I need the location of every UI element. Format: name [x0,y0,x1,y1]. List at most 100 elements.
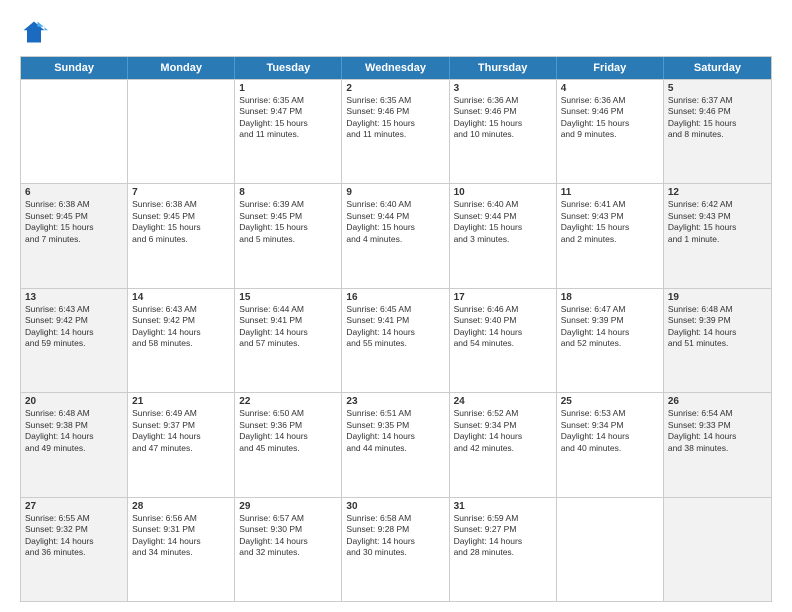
cal-cell: 1Sunrise: 6:35 AM Sunset: 9:47 PM Daylig… [235,80,342,183]
cal-cell: 21Sunrise: 6:49 AM Sunset: 9:37 PM Dayli… [128,393,235,496]
day-info: Sunrise: 6:40 AM Sunset: 9:44 PM Dayligh… [454,199,552,245]
day-number: 19 [668,292,767,303]
calendar-header: SundayMondayTuesdayWednesdayThursdayFrid… [21,57,771,79]
cal-cell: 25Sunrise: 6:53 AM Sunset: 9:34 PM Dayli… [557,393,664,496]
day-number: 13 [25,292,123,303]
day-number: 28 [132,501,230,512]
day-number: 29 [239,501,337,512]
day-number: 25 [561,396,659,407]
week-row-2: 13Sunrise: 6:43 AM Sunset: 9:42 PM Dayli… [21,288,771,392]
cal-cell: 27Sunrise: 6:55 AM Sunset: 9:32 PM Dayli… [21,498,128,601]
weekday-header-saturday: Saturday [664,57,771,79]
day-number: 11 [561,187,659,198]
day-number: 27 [25,501,123,512]
cal-cell: 31Sunrise: 6:59 AM Sunset: 9:27 PM Dayli… [450,498,557,601]
day-number: 16 [346,292,444,303]
day-info: Sunrise: 6:43 AM Sunset: 9:42 PM Dayligh… [132,304,230,350]
logo-icon [20,18,48,46]
week-row-1: 6Sunrise: 6:38 AM Sunset: 9:45 PM Daylig… [21,183,771,287]
day-number: 7 [132,187,230,198]
cal-cell: 2Sunrise: 6:35 AM Sunset: 9:46 PM Daylig… [342,80,449,183]
day-number: 15 [239,292,337,303]
day-info: Sunrise: 6:48 AM Sunset: 9:39 PM Dayligh… [668,304,767,350]
day-info: Sunrise: 6:44 AM Sunset: 9:41 PM Dayligh… [239,304,337,350]
day-info: Sunrise: 6:50 AM Sunset: 9:36 PM Dayligh… [239,408,337,454]
day-info: Sunrise: 6:38 AM Sunset: 9:45 PM Dayligh… [132,199,230,245]
day-info: Sunrise: 6:38 AM Sunset: 9:45 PM Dayligh… [25,199,123,245]
day-number: 24 [454,396,552,407]
day-info: Sunrise: 6:56 AM Sunset: 9:31 PM Dayligh… [132,513,230,559]
cal-cell: 26Sunrise: 6:54 AM Sunset: 9:33 PM Dayli… [664,393,771,496]
day-number: 8 [239,187,337,198]
cal-cell: 29Sunrise: 6:57 AM Sunset: 9:30 PM Dayli… [235,498,342,601]
cal-cell: 3Sunrise: 6:36 AM Sunset: 9:46 PM Daylig… [450,80,557,183]
day-info: Sunrise: 6:48 AM Sunset: 9:38 PM Dayligh… [25,408,123,454]
cal-cell: 28Sunrise: 6:56 AM Sunset: 9:31 PM Dayli… [128,498,235,601]
day-info: Sunrise: 6:37 AM Sunset: 9:46 PM Dayligh… [668,95,767,141]
day-info: Sunrise: 6:52 AM Sunset: 9:34 PM Dayligh… [454,408,552,454]
day-info: Sunrise: 6:39 AM Sunset: 9:45 PM Dayligh… [239,199,337,245]
week-row-3: 20Sunrise: 6:48 AM Sunset: 9:38 PM Dayli… [21,392,771,496]
cal-cell: 16Sunrise: 6:45 AM Sunset: 9:41 PM Dayli… [342,289,449,392]
cal-cell: 24Sunrise: 6:52 AM Sunset: 9:34 PM Dayli… [450,393,557,496]
day-info: Sunrise: 6:58 AM Sunset: 9:28 PM Dayligh… [346,513,444,559]
day-info: Sunrise: 6:43 AM Sunset: 9:42 PM Dayligh… [25,304,123,350]
day-info: Sunrise: 6:55 AM Sunset: 9:32 PM Dayligh… [25,513,123,559]
week-row-4: 27Sunrise: 6:55 AM Sunset: 9:32 PM Dayli… [21,497,771,601]
calendar-body: 1Sunrise: 6:35 AM Sunset: 9:47 PM Daylig… [21,79,771,601]
day-number: 23 [346,396,444,407]
weekday-header-wednesday: Wednesday [342,57,449,79]
cal-cell: 30Sunrise: 6:58 AM Sunset: 9:28 PM Dayli… [342,498,449,601]
day-info: Sunrise: 6:35 AM Sunset: 9:46 PM Dayligh… [346,95,444,141]
day-info: Sunrise: 6:45 AM Sunset: 9:41 PM Dayligh… [346,304,444,350]
cal-cell: 8Sunrise: 6:39 AM Sunset: 9:45 PM Daylig… [235,184,342,287]
day-number: 21 [132,396,230,407]
cal-cell: 4Sunrise: 6:36 AM Sunset: 9:46 PM Daylig… [557,80,664,183]
day-number: 14 [132,292,230,303]
day-info: Sunrise: 6:40 AM Sunset: 9:44 PM Dayligh… [346,199,444,245]
cal-cell: 22Sunrise: 6:50 AM Sunset: 9:36 PM Dayli… [235,393,342,496]
weekday-header-sunday: Sunday [21,57,128,79]
day-number: 18 [561,292,659,303]
day-number: 31 [454,501,552,512]
cal-cell: 17Sunrise: 6:46 AM Sunset: 9:40 PM Dayli… [450,289,557,392]
day-info: Sunrise: 6:36 AM Sunset: 9:46 PM Dayligh… [561,95,659,141]
cal-cell: 7Sunrise: 6:38 AM Sunset: 9:45 PM Daylig… [128,184,235,287]
cal-cell: 11Sunrise: 6:41 AM Sunset: 9:43 PM Dayli… [557,184,664,287]
day-info: Sunrise: 6:59 AM Sunset: 9:27 PM Dayligh… [454,513,552,559]
day-number: 9 [346,187,444,198]
cal-cell: 20Sunrise: 6:48 AM Sunset: 9:38 PM Dayli… [21,393,128,496]
day-number: 2 [346,83,444,94]
cal-cell [21,80,128,183]
day-info: Sunrise: 6:35 AM Sunset: 9:47 PM Dayligh… [239,95,337,141]
weekday-header-friday: Friday [557,57,664,79]
cal-cell: 5Sunrise: 6:37 AM Sunset: 9:46 PM Daylig… [664,80,771,183]
day-info: Sunrise: 6:54 AM Sunset: 9:33 PM Dayligh… [668,408,767,454]
day-info: Sunrise: 6:53 AM Sunset: 9:34 PM Dayligh… [561,408,659,454]
day-info: Sunrise: 6:41 AM Sunset: 9:43 PM Dayligh… [561,199,659,245]
day-number: 30 [346,501,444,512]
weekday-header-thursday: Thursday [450,57,557,79]
cal-cell: 10Sunrise: 6:40 AM Sunset: 9:44 PM Dayli… [450,184,557,287]
cal-cell: 14Sunrise: 6:43 AM Sunset: 9:42 PM Dayli… [128,289,235,392]
day-number: 5 [668,83,767,94]
cal-cell: 9Sunrise: 6:40 AM Sunset: 9:44 PM Daylig… [342,184,449,287]
cal-cell: 12Sunrise: 6:42 AM Sunset: 9:43 PM Dayli… [664,184,771,287]
day-info: Sunrise: 6:36 AM Sunset: 9:46 PM Dayligh… [454,95,552,141]
day-number: 12 [668,187,767,198]
day-number: 3 [454,83,552,94]
day-number: 20 [25,396,123,407]
cal-cell: 18Sunrise: 6:47 AM Sunset: 9:39 PM Dayli… [557,289,664,392]
day-number: 1 [239,83,337,94]
weekday-header-tuesday: Tuesday [235,57,342,79]
day-number: 4 [561,83,659,94]
page: SundayMondayTuesdayWednesdayThursdayFrid… [0,0,792,612]
cal-cell: 19Sunrise: 6:48 AM Sunset: 9:39 PM Dayli… [664,289,771,392]
day-number: 22 [239,396,337,407]
day-number: 26 [668,396,767,407]
cal-cell: 6Sunrise: 6:38 AM Sunset: 9:45 PM Daylig… [21,184,128,287]
cal-cell [664,498,771,601]
cal-cell [128,80,235,183]
logo [20,18,52,46]
day-info: Sunrise: 6:46 AM Sunset: 9:40 PM Dayligh… [454,304,552,350]
